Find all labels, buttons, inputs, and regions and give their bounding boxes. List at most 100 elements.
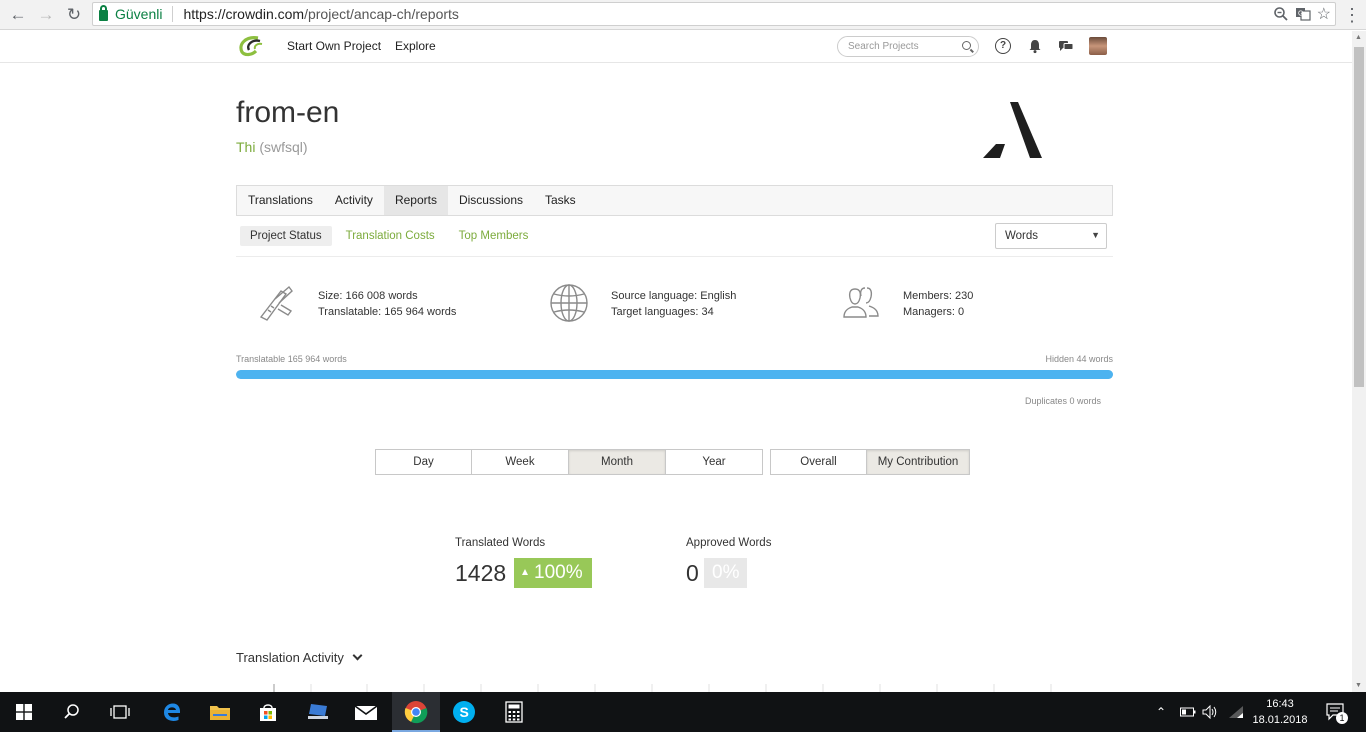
project-title: from-en [236, 96, 340, 129]
start-own-project-link[interactable]: Start Own Project [287, 39, 381, 53]
size-text: Size: 166 008 words [318, 290, 418, 302]
forward-arrow-icon[interactable]: → [32, 3, 60, 27]
help-icon[interactable]: ? [995, 38, 1011, 54]
calculator-icon[interactable] [490, 692, 538, 732]
file-explorer-icon[interactable] [196, 692, 244, 732]
chevron-down-icon: ▼ [1091, 230, 1100, 240]
back-arrow-icon[interactable]: ← [4, 3, 32, 27]
translate-icon[interactable]: G [1295, 6, 1311, 22]
tab-translations[interactable]: Translations [237, 186, 324, 215]
battery-icon[interactable] [1180, 692, 1196, 732]
week-button[interactable]: Week [472, 450, 569, 474]
tab-reports[interactable]: Reports [383, 186, 448, 215]
activity-chart-gridlines [273, 684, 1052, 692]
up-triangle-icon [522, 569, 528, 575]
secure-indicator[interactable]: Güvenli [93, 4, 162, 22]
unit-select-value: Words [1005, 230, 1039, 242]
divider [236, 256, 1113, 257]
svg-text:S: S [460, 704, 469, 720]
overall-button[interactable]: Overall [771, 450, 867, 474]
taskbar-clock[interactable]: 16:43 18.01.2018 [1252, 696, 1308, 728]
browser-menu-icon[interactable]: ⋮ [1338, 3, 1366, 27]
globe-icon [550, 284, 588, 322]
scroll-up-arrow-icon[interactable]: ▲ [1355, 34, 1362, 41]
subtab-project-status[interactable]: Project Status [240, 226, 332, 246]
edge-browser-icon[interactable] [148, 692, 196, 732]
zoom-icon[interactable] [1273, 6, 1289, 22]
approved-percent: 0% [712, 562, 740, 583]
translatable-text: Translatable: 165 964 words [318, 306, 457, 318]
unit-select[interactable]: Words ▼ [995, 223, 1107, 249]
target-languages-text: Target languages: 34 [611, 306, 714, 318]
tray-overflow-chevron-icon[interactable]: ⌃ [1156, 692, 1166, 732]
hidden-bar-label: Hidden 44 words [1045, 354, 1113, 364]
notifications-bell-icon[interactable] [1027, 38, 1043, 54]
clock-date: 18.01.2018 [1252, 714, 1308, 726]
windows-taskbar: S ⌃ 16:43 18.01.2018 1 [0, 692, 1366, 732]
approved-words-label: Approved Words [686, 537, 772, 549]
omnibox-divider [172, 6, 174, 22]
messages-icon[interactable] [1058, 38, 1074, 54]
windows-start-icon[interactable] [0, 692, 48, 732]
url-path: /project/ancap-ch/reports [304, 6, 459, 22]
search-icon[interactable] [48, 692, 96, 732]
scope-button-group: Overall My Contribution [770, 449, 970, 475]
site-header: Start Own Project Explore Search Project… [0, 31, 1352, 63]
translatable-progress-bar [236, 370, 1113, 379]
year-button[interactable]: Year [666, 450, 762, 474]
members-icon [843, 287, 879, 318]
bookmark-star-icon[interactable]: ☆ [1317, 4, 1331, 24]
approved-words-value: 0 [686, 560, 699, 586]
translation-activity-title: Translation Activity [236, 650, 344, 665]
subtab-translation-costs[interactable]: Translation Costs [336, 226, 445, 246]
scrollbar-thumb[interactable] [1354, 47, 1364, 387]
scroll-down-arrow-icon[interactable]: ▼ [1355, 682, 1362, 689]
project-logo [983, 102, 1042, 158]
skype-icon[interactable]: S [440, 692, 488, 732]
translated-words-value: 1428 [455, 560, 507, 586]
translation-activity-heading[interactable]: Translation Activity [236, 650, 363, 665]
month-button[interactable]: Month [569, 450, 666, 474]
store-icon[interactable] [244, 692, 292, 732]
explore-link[interactable]: Explore [395, 39, 436, 53]
translatable-bar-label: Translatable 165 964 words [236, 354, 347, 364]
task-view-icon[interactable] [96, 692, 144, 732]
url-host: https://crowdin.com [183, 6, 305, 22]
translated-words-label: Translated Words [455, 537, 546, 549]
managers-text: Managers: 0 [903, 306, 965, 318]
reload-icon[interactable]: ↻ [60, 3, 88, 27]
chevron-down-icon [352, 650, 363, 661]
mail-icon[interactable] [342, 692, 390, 732]
action-center-icon[interactable]: 1 [1326, 692, 1348, 732]
day-button[interactable]: Day [376, 450, 472, 474]
lock-icon [99, 4, 108, 21]
volume-icon[interactable] [1202, 692, 1218, 732]
project-tabs: Translations Activity Reports Discussion… [236, 185, 1113, 216]
project-owner: Thi (swfsql) [236, 139, 308, 155]
owner-username: (swfsql) [259, 139, 308, 155]
search-input[interactable]: Search Projects [837, 36, 979, 57]
translated-percent: 100% [534, 562, 583, 583]
crowdin-logo-icon[interactable] [236, 35, 266, 57]
period-button-group: Day Week Month Year [375, 449, 763, 475]
report-subtabs: Project Status Translation Costs Top Mem… [240, 226, 542, 246]
tab-tasks[interactable]: Tasks [534, 186, 587, 215]
notification-count: 1 [1336, 712, 1348, 724]
members-text: Members: 230 [903, 290, 974, 302]
user-avatar[interactable] [1089, 37, 1107, 55]
progress-fill [236, 370, 1113, 379]
network-icon[interactable] [1228, 692, 1244, 732]
tab-activity[interactable]: Activity [324, 186, 384, 215]
subtab-top-members[interactable]: Top Members [449, 226, 539, 246]
search-icon[interactable] [962, 41, 971, 50]
size-stats: Size: 166 008 words Translatable: 165 96… [318, 288, 456, 320]
chrome-browser-icon[interactable] [392, 692, 440, 732]
owner-name-link[interactable]: Thi [236, 139, 255, 155]
remote-desktop-icon[interactable] [294, 692, 342, 732]
tab-discussions[interactable]: Discussions [448, 186, 534, 215]
clock-time: 16:43 [1266, 698, 1294, 710]
page-scrollbar[interactable]: ▲ ▼ [1352, 31, 1366, 692]
address-bar[interactable]: Güvenli https://crowdin.com/project/anca… [92, 2, 1336, 26]
my-contribution-button[interactable]: My Contribution [867, 450, 969, 474]
url-text[interactable]: https://crowdin.com/project/ancap-ch/rep… [183, 6, 458, 22]
